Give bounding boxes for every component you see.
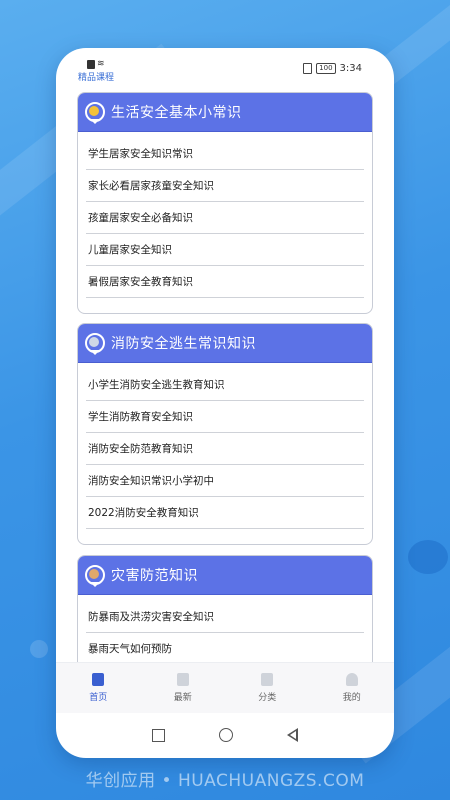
vibrate-icon [303, 63, 313, 74]
tab-label: 分类 [258, 693, 277, 703]
lock-icon [87, 60, 95, 69]
new-icon [176, 673, 189, 686]
recent-apps-button[interactable] [152, 728, 165, 742]
section-card-life-safety: 生活安全基本小常识 学生居家安全知识常识 家长必看居家孩童安全知识 孩童居家安全… [77, 92, 373, 314]
list-item[interactable]: 暴雨天气如何预防 [86, 633, 364, 662]
list-item[interactable]: 消防安全知识常识小学初中 [86, 465, 364, 497]
tab-mine[interactable]: 我的 [310, 663, 395, 713]
section-header: 消防安全逃生常识知识 [78, 324, 372, 363]
home-icon [92, 673, 105, 686]
app-label: 精品课程 [78, 73, 115, 83]
section-header: 生活安全基本小常识 [78, 93, 372, 132]
silver-medal-icon [85, 333, 105, 355]
section-title: 灾害防范知识 [111, 568, 198, 584]
section-card-disaster: 灾害防范知识 防暴雨及洪涝灾害安全知识 暴雨天气如何预防 [77, 555, 373, 662]
battery-icon: 100 [316, 63, 336, 74]
list-item[interactable]: 儿童居家安全知识 [86, 234, 364, 266]
status-indicators: 100 3:34 [303, 63, 362, 74]
list-item[interactable]: 消防安全防范教育知识 [86, 433, 364, 465]
tab-category[interactable]: 分类 [225, 663, 310, 713]
list-item[interactable]: 家长必看居家孩童安全知识 [86, 170, 364, 202]
section-title: 生活安全基本小常识 [111, 105, 242, 121]
tab-label: 首页 [89, 693, 108, 703]
tab-label: 我的 [342, 693, 361, 703]
tab-home[interactable]: 首页 [56, 663, 141, 713]
list-item[interactable]: 2022消防安全教育知识 [86, 497, 364, 529]
bottom-tab-bar: 首页 最新 分类 我的 [56, 662, 394, 713]
gold-medal-icon [85, 102, 105, 124]
back-button[interactable] [287, 728, 298, 742]
section-title: 消防安全逃生常识知识 [111, 336, 256, 352]
section-card-fire-safety: 消防安全逃生常识知识 小学生消防安全逃生教育知识 学生消防教育安全知识 消防安全… [77, 323, 373, 545]
list-item[interactable]: 孩童居家安全必备知识 [86, 202, 364, 234]
clock: 3:34 [339, 63, 362, 74]
footer-watermark: 华创应用 • HUACHUANGZS.COM [85, 771, 365, 791]
system-nav-bar [56, 712, 394, 758]
user-icon [345, 673, 358, 686]
list-item[interactable]: 小学生消防安全逃生教育知识 [86, 369, 364, 401]
tab-latest[interactable]: 最新 [141, 663, 226, 713]
list-item[interactable]: 学生消防教育安全知识 [86, 401, 364, 433]
phone-frame: ≋ 精品课程 100 3:34 生活安全基本小常识 学生居家安全知识常识 家长必… [56, 48, 394, 758]
background-dot [408, 540, 448, 574]
section-header: 灾害防范知识 [78, 556, 372, 595]
list-item[interactable]: 暑假居家安全教育知识 [86, 266, 364, 298]
grid-icon [261, 673, 274, 686]
main-content[interactable]: 生活安全基本小常识 学生居家安全知识常识 家长必看居家孩童安全知识 孩童居家安全… [56, 86, 394, 662]
background-dot [30, 640, 48, 658]
status-bar: ≋ 精品课程 100 3:34 [56, 48, 394, 84]
list-item[interactable]: 学生居家安全知识常识 [86, 138, 364, 170]
bronze-medal-icon [85, 565, 105, 587]
app-logo: ≋ 精品课程 [78, 59, 115, 84]
list-item[interactable]: 防暴雨及洪涝灾害安全知识 [86, 601, 364, 633]
wifi-icon: ≋ [97, 59, 105, 69]
home-button[interactable] [219, 728, 233, 742]
tab-label: 最新 [173, 693, 192, 703]
